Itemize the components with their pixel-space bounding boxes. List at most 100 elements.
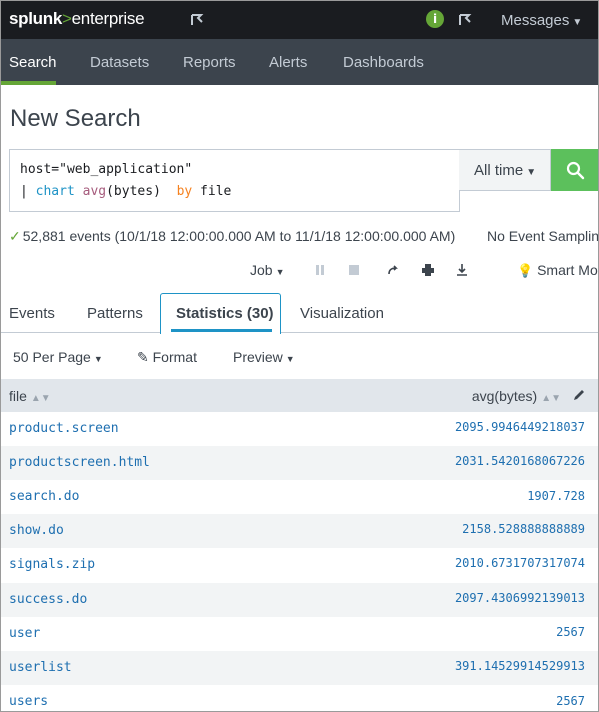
search-icon [566,161,585,180]
query-line-1: host="web_application" [20,162,193,177]
export-icon[interactable] [455,263,469,277]
sort-icon: ▲▼ [541,393,561,404]
cell-file[interactable]: product.screen [9,421,119,436]
preview-label: Preview [233,349,283,365]
nav-datasets[interactable]: Datasets [90,54,149,71]
lightbulb-icon: 💡 [517,263,534,278]
stop-icon[interactable] [347,263,361,277]
cell-avg-bytes[interactable]: 2158.528888888889 [462,522,585,536]
cell-avg-container: 2567 [422,685,598,711]
app-nav-bar: Search Datasets Reports Alerts Dashboard… [1,39,598,85]
cell-avg-container: 1907.728 [422,480,598,514]
query-field: file [200,184,232,199]
job-label: Job [250,262,273,278]
results-tabs: Events Patterns Visualization [1,293,598,333]
time-range-picker[interactable]: All time ▼ [459,149,551,191]
splunk-logo[interactable]: splunk>enterprise [9,9,145,29]
tab-visualization[interactable]: Visualization [300,305,384,322]
job-menu[interactable]: Job ▼ [250,262,285,278]
cell-file[interactable]: productscreen.html [9,455,150,470]
table-header: file ▲▼ avg(bytes) ▲▼ [1,379,598,412]
query-by: by [176,184,193,199]
logo-text: splunk [9,9,62,28]
per-page-menu[interactable]: 50 Per Page ▼ [13,349,103,365]
event-count: 52,881 events (10/1/18 12:00:00.000 AM t… [22,228,456,244]
chevron-down-icon: ▼ [285,354,295,364]
tab-active-indicator [171,329,272,332]
cell-avg-container: 2097.4306992139013 [422,583,598,617]
cell-avg-bytes[interactable]: 2097.4306992139013 [455,591,585,605]
table-row: show.do 2158.528888888889 [1,514,598,548]
cell-file[interactable]: show.do [9,523,64,538]
time-range-label: All time [474,162,524,179]
cell-avg-container: 2010.6731707317074 [422,548,598,582]
cell-avg-bytes[interactable]: 2010.6731707317074 [455,556,585,570]
table-row: search.do 1907.728 [1,480,598,514]
nav-dashboards[interactable]: Dashboards [343,54,424,71]
cell-file[interactable]: user [9,626,40,641]
logo-suffix: enterprise [71,9,145,28]
chevron-down-icon: ▼ [93,354,103,364]
top-bar: splunk>enterprise i Messages ▼ [1,1,598,39]
cell-avg-container: 2095.9946449218037 [422,412,598,446]
cell-avg-bytes[interactable]: 2567 [556,625,585,639]
query-args: (bytes) [106,184,161,199]
query-pipe: | [20,184,28,199]
messages-menu[interactable]: Messages ▼ [501,12,582,29]
search-status: ✓ 52,881 events (10/1/18 12:00:00.000 AM … [9,228,455,245]
cell-avg-bytes[interactable]: 1907.728 [527,489,585,503]
cell-avg-bytes[interactable]: 2567 [556,694,585,708]
nav-alerts[interactable]: Alerts [269,54,307,71]
edit-column-icon[interactable] [572,388,586,402]
format-button[interactable]: ✎ Format [137,349,197,366]
cell-file[interactable]: search.do [9,489,79,504]
query-line-2: | chart avg(bytes) by file [20,184,231,199]
nav-search[interactable]: Search [9,54,57,71]
cell-avg-bytes[interactable]: 391.14529914529913 [455,659,585,673]
table-row: userlist 391.14529914529913 [1,651,598,685]
format-label: Format [152,349,197,365]
cell-avg-container: 2158.528888888889 [422,514,598,548]
print-icon[interactable] [421,263,435,277]
nav-reports[interactable]: Reports [183,54,236,71]
table-row: signals.zip 2010.6731707317074 [1,548,598,582]
cell-file[interactable]: userlist [9,660,72,675]
chevron-down-icon: ▼ [275,267,285,277]
pause-icon[interactable] [313,263,327,277]
cell-file[interactable]: users [9,694,48,709]
cell-avg-bytes[interactable]: 2031.5420168067226 [455,454,585,468]
activity-icon[interactable] [189,11,207,29]
column-header-label: file [9,388,27,404]
search-mode-label: Smart Mode [537,262,598,278]
table-row: user 2567 [1,617,598,651]
search-submit-button[interactable] [551,149,598,191]
activity-icon-2[interactable] [457,11,475,29]
query-function: avg [82,184,107,199]
table-row: users 2567 [1,685,598,711]
column-header-file[interactable]: file ▲▼ [9,388,51,404]
table-row: product.screen 2095.9946449218037 [1,412,598,446]
tab-patterns[interactable]: Patterns [87,305,143,322]
column-header-avg[interactable]: avg(bytes) ▲▼ [472,388,561,404]
share-icon[interactable] [386,263,400,277]
table-row: success.do 2097.4306992139013 [1,583,598,617]
chevron-down-icon: ▼ [572,17,583,28]
health-status-icon[interactable]: i [426,10,444,28]
cell-avg-container: 2031.5420168067226 [422,446,598,480]
sort-icon: ▲▼ [30,393,51,404]
search-query-input[interactable]: host="web_application" | chart avg(bytes… [9,149,460,212]
event-sampling-menu[interactable]: No Event Sampling [487,228,598,244]
messages-label: Messages [501,12,570,29]
cell-file[interactable]: signals.zip [9,557,95,572]
page-title: New Search [10,105,141,132]
preview-menu[interactable]: Preview ▼ [233,349,295,365]
per-page-label: 50 Per Page [13,349,91,365]
query-command: chart [35,184,75,199]
checkmark-icon: ✓ [9,228,21,244]
cell-avg-bytes[interactable]: 2095.9946449218037 [455,420,585,434]
tab-events[interactable]: Events [9,305,55,322]
search-mode-menu[interactable]: 💡 Smart Mode [517,262,598,279]
cell-avg-container: 391.14529914529913 [422,651,598,685]
pencil-icon: ✎ [137,349,149,365]
cell-file[interactable]: success.do [9,592,87,607]
